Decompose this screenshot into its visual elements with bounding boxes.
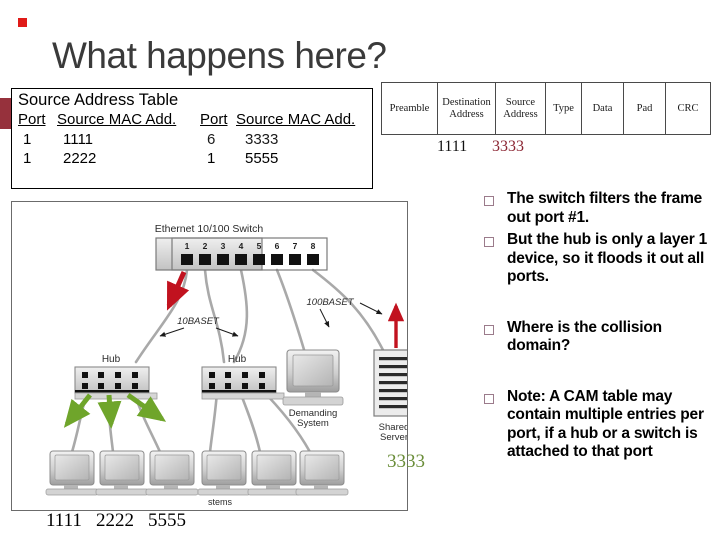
bullet-text-3: Note: A CAM table may contain multiple e… xyxy=(507,387,704,461)
demanding-system-caption-line2: System xyxy=(297,418,329,429)
sat-header-mac-right: Source MAC Add. xyxy=(236,111,356,128)
hub-right-caption: Hub xyxy=(228,354,247,365)
frame-field-data: Data xyxy=(582,83,624,134)
square-bullet-icon xyxy=(484,324,494,335)
source-address-table-title: Source Address Table xyxy=(18,91,179,109)
ethernet-frame-diagram: Preamble Destination Address Source Addr… xyxy=(381,82,711,135)
frame-field-crc: CRC xyxy=(677,102,699,114)
demanding-system-host xyxy=(282,349,344,406)
bullet-text-0: The switch filters the frame out port #1… xyxy=(507,190,703,226)
link-label-10baset: 10BASET xyxy=(177,316,220,327)
server-mac-label-3333: 3333 xyxy=(387,451,425,472)
sat-row0-mac-left: 1111 xyxy=(63,131,94,148)
host-1111 xyxy=(45,450,99,496)
frame-field-type: Type xyxy=(546,83,582,134)
host-row xyxy=(45,450,349,496)
sat-row0-mac-right: 3333 xyxy=(245,131,279,148)
sat-row1-mac-left: 2222 xyxy=(63,150,97,167)
stray-caption: stems xyxy=(208,497,233,507)
list-item: But the hub is only a layer 1 device, so… xyxy=(484,231,716,287)
sat-row1-port-right: 1 xyxy=(207,150,216,167)
host-mac-label-1111: 1111 xyxy=(46,510,82,531)
host-2222 xyxy=(95,450,149,496)
switch-port-label-2: 2 xyxy=(203,241,208,251)
hub-left-caption: Hub xyxy=(102,354,121,365)
switch-port-label-3: 3 xyxy=(221,241,226,251)
host-5 xyxy=(247,450,301,496)
sat-row1-mac-right: 5555 xyxy=(245,150,279,167)
slide-top-bullet-dot xyxy=(18,18,27,27)
bullet-text-1: But the hub is only a layer 1 device, so… xyxy=(507,231,708,285)
hub-left xyxy=(74,366,158,400)
hub-right xyxy=(201,366,285,400)
switch-port-label-4: 4 xyxy=(239,241,244,251)
flood-arrow-2 xyxy=(97,394,122,429)
switch-port-label-8: 8 xyxy=(311,241,316,251)
switch-port-label-5: 5 xyxy=(257,241,262,251)
page-title: What happens here? xyxy=(52,35,387,76)
sat-row0-port-left: 1 xyxy=(23,131,32,148)
sat-row1-port-left: 1 xyxy=(23,150,32,167)
switch-port-label-1: 1 xyxy=(185,241,190,251)
host-mac-label-2222: 2222 xyxy=(96,510,134,531)
bullet-text-2: Where is the collision domain? xyxy=(507,318,662,355)
frame-destination-value: 1111 xyxy=(437,138,468,155)
square-bullet-icon xyxy=(484,237,494,247)
leader-10baset-left xyxy=(159,327,185,337)
sat-header-mac-left: Source MAC Add. xyxy=(57,111,177,128)
bullet-list: The switch filters the frame out port #1… xyxy=(484,190,716,474)
frame-field-preamble: Preamble xyxy=(382,83,438,134)
shared-server-caption-line2: Server xyxy=(380,432,407,443)
square-bullet-icon xyxy=(484,393,494,404)
left-accent-bar xyxy=(0,98,11,129)
list-item: Where is the collision domain? xyxy=(484,319,716,356)
switch-caption: Ethernet 10/100 Switch xyxy=(155,223,264,235)
leader-100baset-left xyxy=(319,308,330,328)
host-6 xyxy=(295,450,349,496)
host-5555 xyxy=(145,450,199,496)
network-topology-figure: Ethernet 10/100 Switch 1 2 3 4 5 6 7 8 1… xyxy=(11,201,408,511)
ethernet-switch: 1 2 3 4 5 6 7 8 xyxy=(155,237,328,271)
shared-server xyxy=(373,349,407,417)
network-topology-svg: Ethernet 10/100 Switch 1 2 3 4 5 6 7 8 1… xyxy=(45,223,407,507)
sat-header-port-right: Port xyxy=(200,111,228,128)
sat-row0-port-right: 6 xyxy=(207,131,216,148)
square-bullet-icon xyxy=(484,196,494,206)
host-mac-label-5555: 5555 xyxy=(148,510,186,531)
link-label-100baset: 100BASET xyxy=(307,297,355,308)
frame-field-destination: Destination Address xyxy=(438,83,496,134)
frame-source-value: 3333 xyxy=(492,138,524,155)
list-item: The switch filters the frame out port #1… xyxy=(484,190,716,227)
list-item: Note: A CAM table may contain multiple e… xyxy=(484,388,716,462)
host-4 xyxy=(197,450,251,496)
switch-port-label-7: 7 xyxy=(293,241,298,251)
leader-100baset-right xyxy=(359,302,383,315)
frame-field-pad: Pad xyxy=(624,83,666,134)
sat-header-port-left: Port xyxy=(18,111,46,128)
switch-port-label-6: 6 xyxy=(275,241,280,251)
frame-field-source: Source Address xyxy=(496,83,546,134)
